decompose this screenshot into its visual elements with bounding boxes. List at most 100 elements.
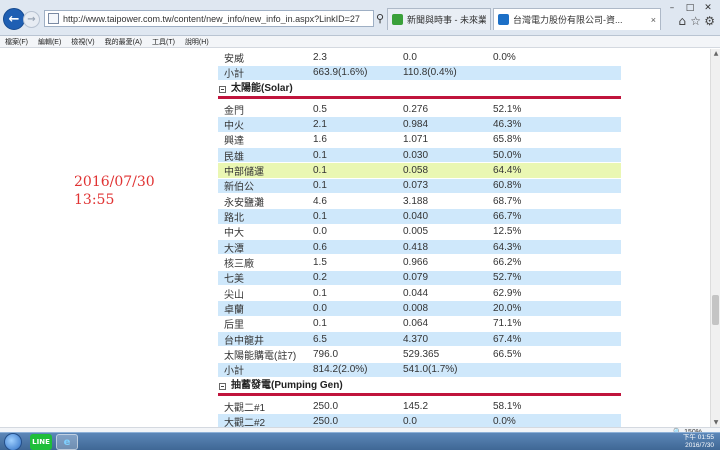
scroll-up-icon[interactable]: ▲ xyxy=(712,49,720,58)
table-row: 永安鹽灘 4.6 3.188 68.7% xyxy=(218,194,621,210)
cell-name: 卓蘭 xyxy=(224,304,244,316)
menu-file[interactable]: 檔案(F) xyxy=(5,37,28,47)
table-row: 太陽能購電(註7) 796.0 529.365 66.5% xyxy=(218,347,621,363)
table-row: 民雄 0.1 0.030 50.0% xyxy=(218,147,621,164)
cell-ratio: 62.9% xyxy=(493,287,522,299)
cell-output: 0.030 xyxy=(403,149,429,161)
cell-output: 0.276 xyxy=(403,103,429,115)
table-row: 安威 2.3 0.0 0.0% xyxy=(218,50,621,66)
minimize-icon[interactable]: – xyxy=(664,2,680,14)
cell-capacity: 0.5 xyxy=(313,103,327,115)
address-bar[interactable]: http://www.taipower.com.tw/content/new_i… xyxy=(44,10,374,27)
cell-output: 0.0 xyxy=(403,51,417,63)
table-row: 新伯公 0.1 0.073 60.8% xyxy=(218,178,621,194)
cell-output: 0.073 xyxy=(403,180,429,192)
search-icon[interactable]: ⚲ xyxy=(376,12,384,25)
stamp-date: 2016/07/30 xyxy=(74,174,155,190)
tab-news[interactable]: 新聞與時事 - 未來業務電視台... xyxy=(387,8,491,30)
cell-output: 0.064 xyxy=(403,318,429,330)
cell-output: 3.188 xyxy=(403,195,429,207)
menu-help[interactable]: 說明(H) xyxy=(185,37,209,47)
scroll-thumb[interactable] xyxy=(712,295,719,325)
close-window-icon[interactable]: ✕ xyxy=(700,2,716,14)
rows-wind-tail: 蘆竹7.20.45.1%安威2.30.00.0%小計663.9(1.6%)110… xyxy=(218,49,621,81)
favorites-icon[interactable]: ☆ xyxy=(690,14,701,28)
cell-name: 民雄 xyxy=(224,151,244,163)
cell-capacity: 0.1 xyxy=(313,149,327,161)
start-button[interactable] xyxy=(4,433,22,450)
cell-name: 路北 xyxy=(224,212,244,224)
table-row: 路北 0.1 0.040 66.7% xyxy=(218,209,621,225)
menu-favorites[interactable]: 我的最愛(A) xyxy=(105,37,142,47)
cell-name: 后里 xyxy=(224,320,244,332)
tab-taipower[interactable]: 台灣電力股份有限公司-資... × xyxy=(493,8,661,30)
clock-time: 下午 01:55 xyxy=(682,434,714,441)
cell-capacity: 6.5 xyxy=(313,333,327,345)
cell-name: 新伯公 xyxy=(224,182,254,194)
cell-name: 大觀二#1 xyxy=(224,402,266,414)
table-row: 中部儲運 0.1 0.058 64.4% xyxy=(218,163,621,179)
table-row: 大潭 0.6 0.418 64.3% xyxy=(218,239,621,256)
cell-output: 541.0(1.7%) xyxy=(403,364,458,376)
cell-ratio: 67.4% xyxy=(493,333,522,345)
cell-capacity: 0.1 xyxy=(313,287,327,299)
table-row: 大觀二#1 250.0 145.2 58.1% xyxy=(218,399,621,415)
cell-ratio: 0.0% xyxy=(493,51,516,63)
menu-view[interactable]: 檢視(V) xyxy=(71,37,94,47)
forward-button[interactable]: → xyxy=(23,11,40,28)
gear-icon[interactable]: ⚙ xyxy=(704,14,715,28)
taskbar-ie-app[interactable]: e xyxy=(56,434,78,450)
cell-output: 0.418 xyxy=(403,241,429,253)
cell-ratio: 50.0% xyxy=(493,149,522,161)
collapse-icon[interactable] xyxy=(219,382,226,390)
vertical-scrollbar[interactable]: ▲ ▼ xyxy=(710,49,720,427)
cell-capacity: 0.1 xyxy=(313,210,327,222)
table-row: 卓蘭 0.0 0.008 20.0% xyxy=(218,301,621,317)
home-icon[interactable]: ⌂ xyxy=(678,14,686,28)
address-url[interactable]: http://www.taipower.com.tw/content/new_i… xyxy=(63,14,360,24)
cell-ratio: 65.8% xyxy=(493,134,522,146)
window-controls: – □ ✕ xyxy=(664,2,716,14)
tab-favicon xyxy=(392,14,403,25)
timestamp-annotation: 2016/07/30 13:55 xyxy=(74,173,155,209)
taskbar-line-app[interactable]: LINE xyxy=(30,434,52,450)
browser-chrome: ← → http://www.taipower.com.tw/content/n… xyxy=(0,0,720,36)
close-tab-icon[interactable]: × xyxy=(651,15,656,25)
table-row: 興達 1.6 1.071 65.8% xyxy=(218,133,621,148)
cell-capacity: 1.6 xyxy=(313,134,327,146)
tab-label: 新聞與時事 - 未來業務電視台... xyxy=(407,15,486,25)
taskbar: LINE e 下午 01:55 2016/7/30 xyxy=(0,432,720,450)
table-row: 台中龍井 6.5 4.370 67.4% xyxy=(218,331,621,348)
cell-name: 尖山 xyxy=(224,289,244,301)
generation-table: 蘆竹7.20.45.1%安威2.30.00.0%小計663.9(1.6%)110… xyxy=(218,49,621,427)
cell-ratio: 66.2% xyxy=(493,256,522,268)
cell-ratio: 12.5% xyxy=(493,226,522,238)
table-row: 中火 2.1 0.984 46.3% xyxy=(218,117,621,133)
menu-tools[interactable]: 工具(T) xyxy=(152,37,175,47)
rows-solar: 金門 0.5 0.276 52.1% 中火 2.1 0.984 46.3% 興達 1.6 1.071… xyxy=(218,102,621,378)
system-clock[interactable]: 下午 01:55 2016/7/30 xyxy=(683,434,714,450)
menu-edit[interactable]: 編輯(E) xyxy=(38,37,61,47)
cell-output: 0.044 xyxy=(403,287,429,299)
cell-ratio: 52.7% xyxy=(493,272,522,284)
cell-name: 台中龍井 xyxy=(224,335,264,347)
cell-output: 0.966 xyxy=(403,256,429,268)
section-header-solar: 太陽能(Solar) xyxy=(218,81,621,99)
cell-output: 0.984 xyxy=(403,118,429,130)
cell-capacity: 4.6 xyxy=(313,195,327,207)
cell-capacity: 0.0 xyxy=(313,302,327,314)
cell-capacity: 0.1 xyxy=(313,164,327,176)
cell-name: 中火 xyxy=(224,120,244,132)
scroll-down-icon[interactable]: ▼ xyxy=(712,418,720,427)
cell-ratio: 66.7% xyxy=(493,210,522,222)
cell-output: 0.040 xyxy=(403,210,429,222)
cell-name: 太陽能購電(註7) xyxy=(224,350,297,362)
cell-capacity: 0.0 xyxy=(313,226,327,238)
collapse-icon[interactable] xyxy=(219,85,226,93)
cell-ratio: 58.1% xyxy=(493,400,522,412)
back-button[interactable]: ← xyxy=(3,8,25,30)
cell-ratio: 46.3% xyxy=(493,118,522,130)
maximize-icon[interactable]: □ xyxy=(682,2,698,14)
cell-output: 0.008 xyxy=(403,302,429,314)
cell-capacity: 2.1 xyxy=(313,118,327,130)
